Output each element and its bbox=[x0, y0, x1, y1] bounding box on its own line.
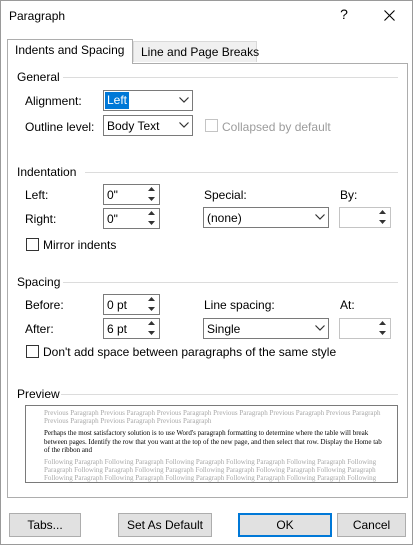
special-label: Special: bbox=[204, 188, 247, 202]
spin-down-button[interactable] bbox=[144, 305, 159, 314]
after-value: 6 pt bbox=[107, 322, 128, 336]
triangle-up-icon bbox=[148, 187, 155, 191]
mirror-indents-checkbox[interactable] bbox=[26, 238, 39, 251]
line-spacing-dropdown[interactable]: Single bbox=[203, 318, 329, 339]
spin-down-button[interactable] bbox=[375, 329, 390, 338]
triangle-down-icon bbox=[148, 331, 155, 335]
spinner-buttons bbox=[144, 319, 159, 338]
collapsed-by-default-label: Collapsed by default bbox=[222, 120, 331, 134]
line-spacing-value: Single bbox=[207, 322, 241, 336]
divider bbox=[85, 172, 398, 173]
spin-up-button[interactable] bbox=[144, 209, 159, 218]
dropdown-arrow[interactable] bbox=[311, 319, 328, 338]
chevron-down-icon bbox=[315, 325, 325, 331]
special-value: (none) bbox=[207, 211, 242, 225]
after-label: After: bbox=[25, 322, 54, 336]
spin-down-button[interactable] bbox=[144, 329, 159, 338]
triangle-down-icon bbox=[148, 221, 155, 225]
divider bbox=[61, 394, 398, 395]
by-spinner[interactable] bbox=[339, 207, 391, 228]
spin-up-button[interactable] bbox=[375, 319, 390, 328]
preview-group-title: Preview bbox=[17, 387, 60, 401]
triangle-up-icon bbox=[148, 297, 155, 301]
triangle-down-icon bbox=[148, 307, 155, 311]
dropdown-arrow[interactable] bbox=[175, 91, 192, 110]
divider bbox=[63, 77, 398, 78]
triangle-down-icon bbox=[148, 197, 155, 201]
spin-down-button[interactable] bbox=[375, 218, 390, 227]
dropdown-arrow[interactable] bbox=[175, 116, 192, 135]
spinner-buttons bbox=[144, 185, 159, 204]
alignment-value: Left bbox=[105, 92, 130, 109]
at-spinner[interactable] bbox=[339, 318, 391, 339]
paragraph-dialog: Paragraph ? Indents and Spacing Line and… bbox=[0, 0, 413, 545]
mirror-indents-label: Mirror indents bbox=[43, 238, 117, 252]
chevron-down-icon bbox=[179, 97, 189, 103]
special-dropdown[interactable]: (none) bbox=[203, 207, 329, 228]
spin-up-button[interactable] bbox=[144, 185, 159, 194]
spin-up-button[interactable] bbox=[375, 208, 390, 217]
divider bbox=[63, 282, 398, 283]
general-group-title: General bbox=[17, 70, 60, 84]
left-indent-label: Left: bbox=[25, 188, 49, 202]
outline-level-label: Outline level: bbox=[25, 120, 95, 134]
preview-following-paragraph: Following Paragraph Following Paragraph … bbox=[44, 458, 377, 483]
left-indent-spinner[interactable]: 0" bbox=[103, 184, 160, 205]
chevron-down-icon bbox=[179, 122, 189, 128]
before-value: 0 pt bbox=[107, 298, 128, 312]
indentation-group-title: Indentation bbox=[17, 165, 77, 179]
dont-add-space-label: Don't add space between paragraphs of th… bbox=[43, 345, 337, 359]
spin-up-button[interactable] bbox=[144, 295, 159, 304]
line-spacing-label: Line spacing: bbox=[204, 298, 275, 312]
preview-previous-paragraph: Previous Paragraph Previous Paragraph Pr… bbox=[44, 409, 381, 426]
dont-add-space-checkbox[interactable] bbox=[26, 345, 39, 358]
triangle-up-icon bbox=[379, 321, 386, 325]
spinner-buttons bbox=[144, 295, 159, 314]
paragraph-preview: Previous Paragraph Previous Paragraph Pr… bbox=[25, 405, 398, 483]
right-indent-value: 0" bbox=[107, 212, 118, 226]
triangle-down-icon bbox=[379, 331, 386, 335]
left-indent-value: 0" bbox=[107, 188, 118, 202]
outline-level-dropdown[interactable]: Body Text bbox=[103, 115, 193, 136]
collapsed-by-default-checkbox[interactable] bbox=[205, 119, 218, 132]
by-label: By: bbox=[340, 188, 358, 202]
outline-level-value: Body Text bbox=[107, 119, 160, 133]
triangle-down-icon bbox=[379, 220, 386, 224]
spinner-buttons bbox=[144, 209, 159, 228]
after-spinner[interactable]: 6 pt bbox=[103, 318, 160, 339]
panel-content: General Alignment: Left Outline level: B… bbox=[1, 1, 413, 546]
alignment-label: Alignment: bbox=[25, 94, 82, 108]
before-label: Before: bbox=[25, 298, 64, 312]
spin-down-button[interactable] bbox=[144, 195, 159, 204]
dropdown-arrow[interactable] bbox=[311, 208, 328, 227]
triangle-up-icon bbox=[148, 321, 155, 325]
right-indent-spinner[interactable]: 0" bbox=[103, 208, 160, 229]
spinner-buttons bbox=[375, 319, 390, 338]
triangle-up-icon bbox=[379, 210, 386, 214]
preview-current-paragraph: Perhaps the most satisfactory solution i… bbox=[44, 429, 382, 454]
chevron-down-icon bbox=[315, 214, 325, 220]
alignment-dropdown[interactable]: Left bbox=[103, 90, 193, 111]
spinner-buttons bbox=[375, 208, 390, 227]
spacing-group-title: Spacing bbox=[17, 275, 61, 289]
at-label: At: bbox=[340, 298, 355, 312]
spin-up-button[interactable] bbox=[144, 319, 159, 328]
before-spinner[interactable]: 0 pt bbox=[103, 294, 160, 315]
spin-down-button[interactable] bbox=[144, 219, 159, 228]
right-indent-label: Right: bbox=[25, 212, 57, 226]
triangle-up-icon bbox=[148, 211, 155, 215]
